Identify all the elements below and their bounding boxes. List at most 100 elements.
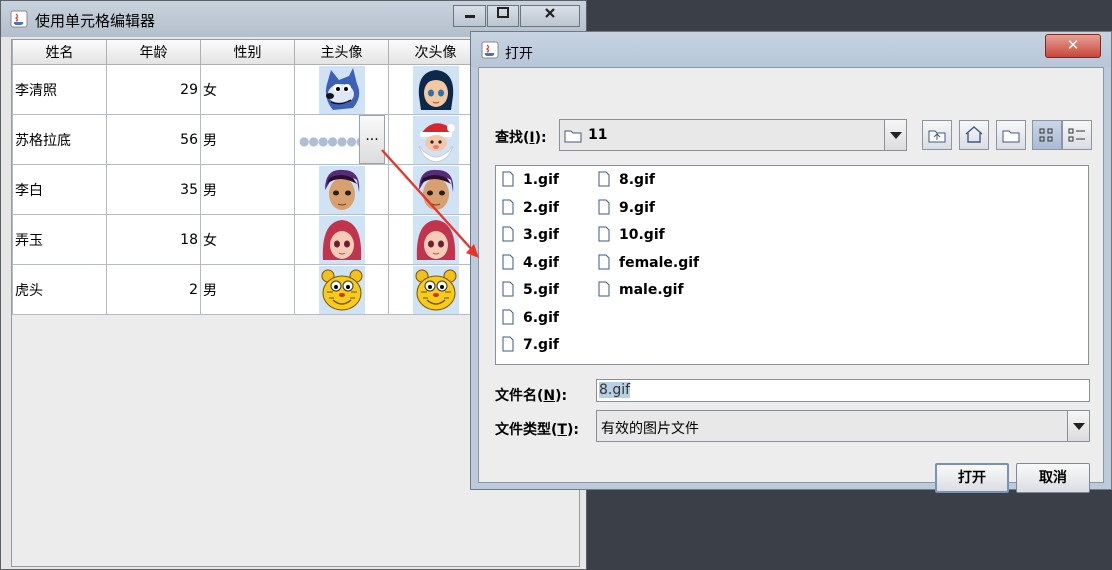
file-icon bbox=[598, 281, 610, 297]
file-list[interactable]: 1.gif 2.gif 3.gif 4.gif 5.gif 6.gif 7.gi… bbox=[495, 165, 1089, 365]
close-icon: ✕ bbox=[1066, 36, 1080, 54]
up-one-level-button[interactable] bbox=[922, 120, 952, 150]
close-button[interactable] bbox=[520, 5, 580, 27]
editor-value-field[interactable]: ●●●●●●● bbox=[299, 134, 366, 148]
cell-name[interactable]: 苏格拉底 bbox=[12, 114, 107, 165]
filetype-combobox[interactable]: 有效的图片文件 bbox=[596, 410, 1090, 442]
filename-value: 8.gif bbox=[599, 382, 631, 398]
boy-avatar-icon bbox=[318, 165, 365, 214]
pink-girl-avatar-icon bbox=[412, 215, 459, 264]
list-item[interactable]: 10.gif bbox=[598, 226, 665, 246]
cell-gender[interactable]: 男 bbox=[200, 164, 295, 215]
up-folder-icon bbox=[928, 130, 946, 143]
dialog-titlebar[interactable]: 打开 ✕ bbox=[471, 32, 1111, 67]
list-item[interactable]: male.gif bbox=[598, 281, 684, 301]
details-view-button[interactable] bbox=[1062, 120, 1092, 150]
cell-main-avatar[interactable] bbox=[294, 214, 389, 265]
tiger-avatar-icon bbox=[412, 265, 459, 314]
cell-age[interactable]: 35 bbox=[106, 164, 201, 215]
header-second-avatar[interactable]: 次头像 bbox=[388, 40, 483, 65]
maximize-icon bbox=[497, 7, 509, 18]
cell-second-avatar[interactable] bbox=[388, 214, 483, 265]
file-icon bbox=[502, 336, 514, 352]
list-item[interactable]: 2.gif bbox=[502, 199, 559, 219]
close-icon bbox=[545, 8, 555, 18]
dialog-close-button[interactable]: ✕ bbox=[1045, 34, 1101, 58]
cell-name[interactable]: 弄玉 bbox=[12, 214, 107, 265]
cell-main-avatar[interactable] bbox=[294, 164, 389, 215]
header-age[interactable]: 年龄 bbox=[106, 40, 201, 65]
filename-input[interactable]: 8.gif bbox=[596, 379, 1090, 402]
maximize-button[interactable] bbox=[487, 5, 519, 27]
list-item[interactable]: 6.gif bbox=[502, 309, 559, 329]
file-icon bbox=[502, 171, 514, 187]
cell-age[interactable]: 2 bbox=[106, 264, 201, 315]
file-icon bbox=[598, 199, 610, 215]
open-button[interactable]: 打开 bbox=[935, 463, 1009, 493]
cell-age[interactable]: 18 bbox=[106, 214, 201, 265]
list-item[interactable]: 1.gif bbox=[502, 171, 559, 191]
cell-second-avatar[interactable] bbox=[388, 64, 483, 115]
header-gender[interactable]: 性别 bbox=[200, 40, 295, 65]
file-icon bbox=[502, 309, 514, 325]
chevron-down-icon[interactable] bbox=[1067, 411, 1089, 441]
chevron-down-icon[interactable] bbox=[884, 120, 906, 150]
new-folder-button[interactable] bbox=[996, 120, 1026, 150]
dialog-title: 打开 bbox=[505, 46, 533, 62]
cell-second-avatar[interactable] bbox=[388, 114, 483, 165]
list-item[interactable]: 9.gif bbox=[598, 199, 655, 219]
cell-name[interactable]: 李白 bbox=[12, 164, 107, 215]
pink-girl-avatar-icon bbox=[318, 215, 365, 264]
cell-name[interactable]: 虎头 bbox=[12, 264, 107, 315]
folder-icon bbox=[564, 130, 582, 143]
list-item[interactable]: 3.gif bbox=[502, 226, 559, 246]
filename-label: 文件名(N): bbox=[495, 388, 568, 404]
look-in-combobox[interactable]: 11 bbox=[559, 119, 907, 151]
open-file-dialog: 打开 ✕ 查找(I): 11 1.gif 2.gif 3.gif 4.gif 5… bbox=[470, 31, 1112, 493]
details-view-icon bbox=[1068, 128, 1085, 142]
look-in-label: 查找(I): bbox=[495, 130, 547, 146]
cell-second-avatar[interactable] bbox=[388, 264, 483, 315]
cell-gender[interactable]: 女 bbox=[200, 64, 295, 115]
list-item[interactable]: female.gif bbox=[598, 254, 699, 274]
cell-gender[interactable]: 男 bbox=[200, 264, 295, 315]
list-item[interactable]: 7.gif bbox=[502, 336, 559, 356]
header-main-avatar[interactable]: 主头像 bbox=[294, 40, 389, 65]
cell-second-avatar[interactable] bbox=[388, 164, 483, 215]
minimize-icon bbox=[464, 15, 475, 18]
cell-main-avatar[interactable] bbox=[294, 64, 389, 115]
tiger-avatar-icon bbox=[318, 265, 365, 314]
file-icon bbox=[598, 254, 610, 270]
list-item[interactable]: 8.gif bbox=[598, 171, 655, 191]
file-icon bbox=[502, 254, 514, 270]
browse-button[interactable]: ... bbox=[359, 115, 385, 164]
cell-main-avatar-editor[interactable]: ●●●●●●● ... bbox=[294, 114, 389, 165]
avatar-cell-editor[interactable]: ●●●●●●● ... bbox=[297, 115, 386, 164]
cell-age[interactable]: 56 bbox=[106, 114, 201, 165]
new-folder-icon bbox=[1002, 130, 1020, 143]
cell-age[interactable]: 29 bbox=[106, 64, 201, 115]
home-button[interactable] bbox=[959, 120, 989, 150]
header-name[interactable]: 姓名 bbox=[12, 40, 107, 65]
list-view-button[interactable] bbox=[1032, 120, 1062, 150]
file-icon bbox=[502, 281, 514, 297]
list-item[interactable]: 4.gif bbox=[502, 254, 559, 274]
file-icon bbox=[502, 226, 514, 242]
cell-main-avatar[interactable] bbox=[294, 264, 389, 315]
boy-avatar-icon bbox=[412, 165, 459, 214]
look-in-value: 11 bbox=[588, 127, 608, 143]
wolf-avatar-icon bbox=[318, 65, 365, 114]
cell-name[interactable]: 李清照 bbox=[12, 64, 107, 115]
java-icon bbox=[10, 10, 28, 28]
file-icon bbox=[598, 171, 610, 187]
girl-avatar-icon bbox=[412, 65, 459, 114]
file-icon bbox=[502, 199, 514, 215]
minimize-button[interactable] bbox=[453, 5, 486, 27]
cell-gender[interactable]: 男 bbox=[200, 114, 295, 165]
main-window-title: 使用单元格编辑器 bbox=[35, 12, 156, 30]
list-item[interactable]: 5.gif bbox=[502, 281, 559, 301]
cell-gender[interactable]: 女 bbox=[200, 214, 295, 265]
java-icon bbox=[481, 41, 499, 59]
list-view-icon bbox=[1039, 128, 1053, 142]
cancel-button[interactable]: 取消 bbox=[1016, 463, 1090, 493]
